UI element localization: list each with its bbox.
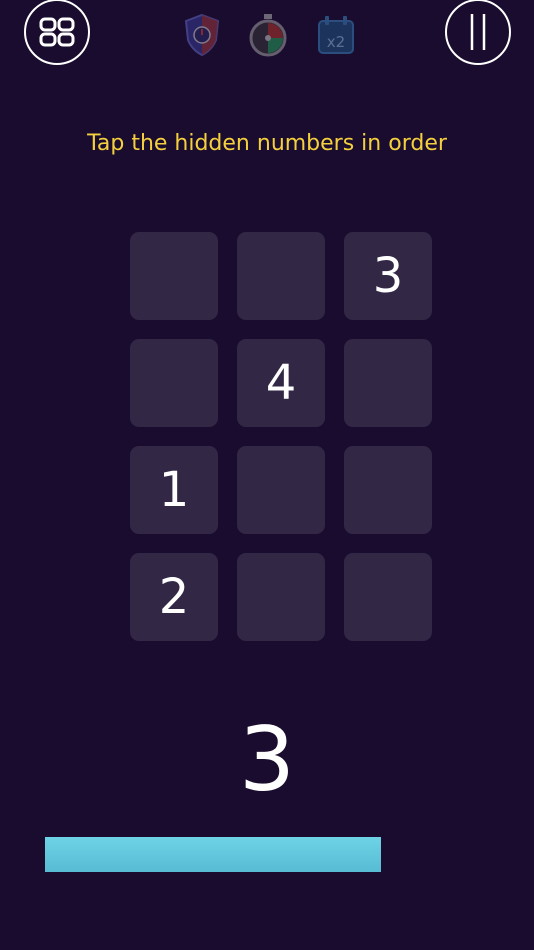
current-number: 3 [239,708,295,811]
grid-tile-2[interactable] [237,232,325,320]
powerups-bar: x2 [180,12,355,58]
shield-icon [184,13,220,57]
double-points-powerup[interactable]: x2 [314,12,358,58]
grid-tile-7[interactable]: 1 [130,446,218,534]
shield-powerup[interactable] [180,12,224,58]
grid-tile-1[interactable] [130,232,218,320]
instruction-text: Tap the hidden numbers in order [87,131,447,156]
grid-tile-12[interactable] [344,553,432,641]
svg-text:x2: x2 [327,33,345,51]
grid-menu-icon [39,17,75,47]
grid-tile-5[interactable]: 4 [237,339,325,427]
grid-tile-8[interactable] [237,446,325,534]
pause-button[interactable] [445,0,511,65]
number-grid: 3 4 1 2 [130,232,432,641]
pause-icon [470,14,486,50]
stopwatch-icon [249,14,287,57]
grid-tile-6[interactable] [344,339,432,427]
grid-tile-9[interactable] [344,446,432,534]
timer-bar [45,837,381,872]
stopwatch-powerup[interactable] [246,12,290,58]
grid-tile-11[interactable] [237,553,325,641]
grid-tile-4[interactable] [130,339,218,427]
calendar-x2-icon: x2 [318,16,354,54]
grid-tile-10[interactable]: 2 [130,553,218,641]
menu-button[interactable] [24,0,90,65]
grid-tile-3[interactable]: 3 [344,232,432,320]
